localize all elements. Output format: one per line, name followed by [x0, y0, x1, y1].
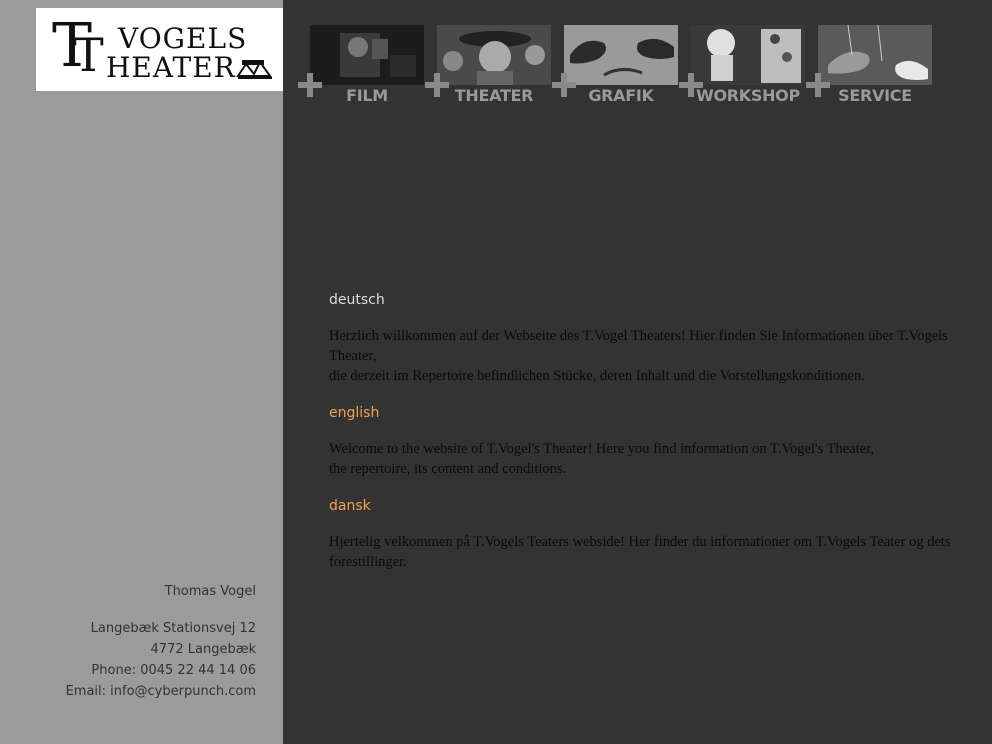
contact-phone: Phone: 0045 22 44 14 06 — [91, 663, 256, 678]
language-link-dansk[interactable]: dansk — [329, 496, 979, 516]
nav-label-theater: THEATER — [454, 86, 534, 105]
contact-street: Langebæk Stationsvej 12 — [90, 621, 256, 636]
nav-item-theater[interactable]: THEATER — [425, 25, 551, 105]
welcome-text-english-line1: Welcome to the website of T.Vogel's Thea… — [329, 441, 874, 457]
nav-label-film: FILM — [346, 86, 388, 105]
main-navigation: FILM THEATER GRAFIK WORKSHOP SERVICE — [298, 25, 938, 105]
language-heading-deutsch[interactable]: deutsch — [329, 290, 979, 310]
contact-email[interactable]: Email: info@cyberpunch.com — [16, 681, 256, 702]
welcome-text-deutsch-line2: die derzeit im Repertoire befindlichen S… — [329, 368, 865, 384]
film-thumbnail — [310, 25, 424, 85]
grafik-thumbnail — [564, 25, 678, 85]
nav-item-film[interactable]: FILM — [298, 25, 424, 105]
welcome-text-deutsch: Herzlich willkommen auf der Webseite des… — [329, 326, 979, 386]
welcome-text-english-line2: the repertoire, its content and conditio… — [329, 461, 567, 477]
contact-address: Thomas Vogel Langebæk Stationsvej 12 477… — [16, 581, 256, 702]
welcome-text-english: Welcome to the website of T.Vogel's Thea… — [329, 439, 979, 479]
logo-word-vogels: VOGELS — [118, 22, 248, 55]
language-link-english[interactable]: english — [329, 403, 979, 423]
nav-item-grafik[interactable]: GRAFIK — [552, 25, 678, 105]
welcome-text-dansk: Hjertelig velkommen på T.Vogels Teaters … — [329, 532, 979, 572]
nav-item-workshop[interactable]: WORKSHOP — [679, 25, 805, 105]
logo-word-heater: HEATER — [106, 51, 236, 84]
main-content: deutsch Herzlich willkommen auf der Webs… — [329, 290, 979, 589]
sidebar: T VOGELS T HEATER Thomas Vogel Langebæk … — [0, 0, 283, 744]
contact-name: Thomas Vogel — [164, 584, 256, 599]
logo-letter-t2: T — [73, 28, 104, 82]
welcome-text-deutsch-line1: Herzlich willkommen auf der Webseite des… — [329, 328, 948, 364]
welcome-text-dansk-line1: Hjertelig velkommen på T.Vogels Teaters … — [329, 534, 951, 570]
service-thumbnail — [818, 25, 932, 85]
nav-label-service: SERVICE — [838, 86, 912, 105]
contact-city: 4772 Langebæk — [150, 642, 256, 657]
theater-thumbnail — [437, 25, 551, 85]
nav-label-workshop: WORKSHOP — [696, 86, 800, 105]
puppet-stage-icon — [236, 60, 272, 79]
nav-label-grafik: GRAFIK — [588, 86, 654, 105]
theater-logo[interactable]: T VOGELS T HEATER — [36, 8, 283, 91]
nav-item-service[interactable]: SERVICE — [806, 25, 932, 105]
workshop-thumbnail — [691, 25, 805, 85]
